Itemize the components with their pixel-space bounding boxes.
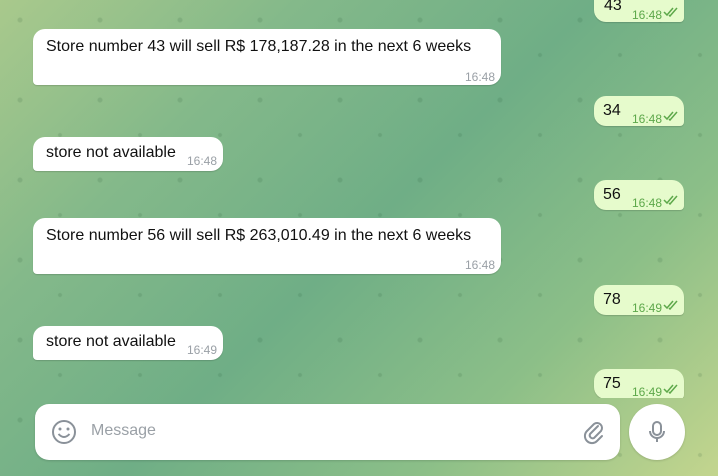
message-time: 16:48 [632, 196, 663, 210]
message-incoming[interactable]: Store number 56 will sell R$ 263,010.49 … [33, 218, 501, 274]
message-text: store not available [46, 144, 176, 161]
message-text: 43 [604, 0, 622, 14]
message-time: 16:48 [632, 8, 663, 22]
double-check-icon [663, 111, 678, 121]
message-incoming[interactable]: store not available 16:48 [33, 137, 223, 171]
message-text: store not available [46, 333, 176, 350]
message-incoming[interactable]: Store number 43 will sell R$ 178,187.28 … [33, 29, 501, 85]
message-composer[interactable]: Message [35, 404, 620, 460]
message-time: 16:49 [632, 301, 663, 315]
double-check-icon [663, 384, 678, 394]
paperclip-icon[interactable] [581, 419, 607, 445]
message-text: 34 [603, 102, 621, 119]
message-incoming[interactable]: store not available 16:49 [33, 326, 223, 360]
message-outgoing[interactable]: 43 16:48 [594, 0, 684, 22]
voice-record-button[interactable] [629, 404, 685, 460]
double-check-icon [663, 7, 678, 17]
message-time: 16:48 [632, 112, 663, 126]
message-time: 16:49 [632, 385, 663, 398]
double-check-icon [663, 195, 678, 205]
microphone-icon [649, 421, 665, 442]
message-input[interactable]: Message [91, 422, 156, 440]
message-text: 56 [603, 186, 621, 203]
message-text: Store number 56 will sell R$ 263,010.49 … [46, 227, 472, 244]
message-outgoing[interactable]: 56 16:48 [594, 180, 684, 210]
message-time: 16:49 [187, 343, 218, 357]
message-time: 16:48 [465, 70, 496, 84]
message-time: 16:48 [465, 258, 496, 272]
message-text: 75 [603, 375, 621, 392]
double-check-icon [663, 300, 678, 310]
message-time: 16:48 [187, 154, 218, 168]
message-text: 78 [603, 291, 621, 308]
message-text: Store number 43 will sell R$ 178,187.28 … [46, 38, 472, 55]
message-outgoing[interactable]: 78 16:49 [594, 285, 684, 315]
message-outgoing[interactable]: 75 16:49 [594, 369, 684, 398]
message-list[interactable]: 43 16:48 Store number 43 will sell R$ 17… [0, 0, 718, 398]
smile-icon[interactable] [51, 419, 77, 445]
message-outgoing[interactable]: 34 16:48 [594, 96, 684, 126]
